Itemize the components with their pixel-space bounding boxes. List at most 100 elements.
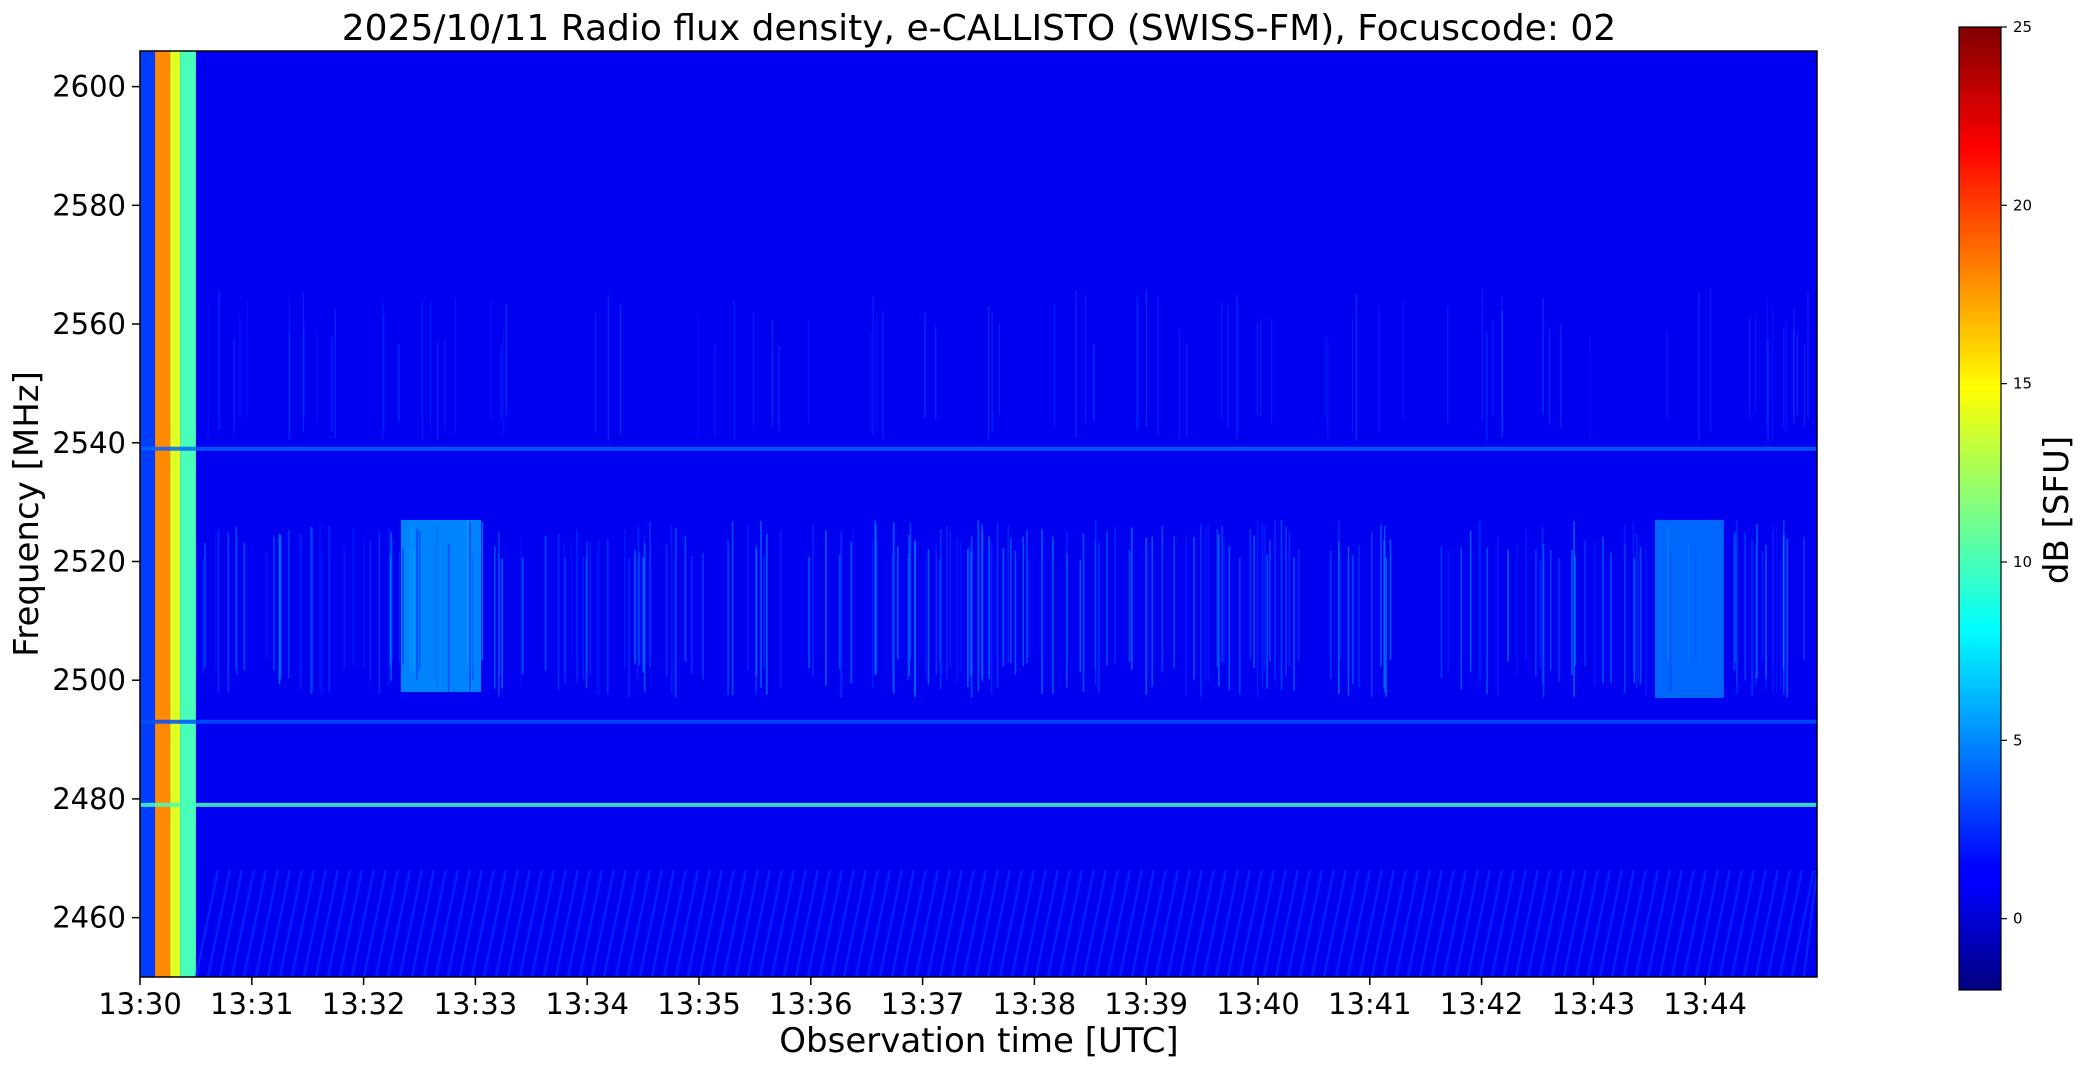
- texture-streak: [606, 538, 609, 695]
- y-tick-label: 2520: [52, 544, 126, 578]
- texture-streak: [1803, 344, 1806, 428]
- texture-streak: [1157, 296, 1159, 435]
- texture-streak: [1589, 336, 1591, 441]
- texture-streak: [1756, 524, 1758, 679]
- texture-streak: [444, 340, 446, 430]
- texture-streak: [1084, 293, 1087, 424]
- calibration-band-edge: [180, 51, 196, 977]
- texture-streak: [935, 326, 937, 420]
- texture-streak: [1751, 540, 1753, 697]
- texture-streak: [1227, 304, 1229, 430]
- texture-streak: [1486, 547, 1488, 695]
- texture-streak: [589, 540, 591, 676]
- texture-streak: [1477, 525, 1480, 692]
- texture-streak: [1093, 344, 1095, 421]
- texture-streak: [418, 530, 421, 671]
- texture-streak: [675, 528, 677, 698]
- texture-streak: [763, 555, 765, 669]
- texture-streak: [1051, 557, 1054, 695]
- texture-streak: [378, 533, 381, 694]
- texture-streak: [1593, 542, 1596, 687]
- texture-streak: [1623, 525, 1626, 694]
- texture-streak: [469, 521, 471, 695]
- texture-streak: [1667, 527, 1670, 661]
- texture-streak: [343, 549, 346, 669]
- texture-streak: [892, 522, 895, 694]
- colorbar: 0 5 10 15 20 25 dB [SFU]: [1958, 18, 2077, 991]
- texture-streak: [1130, 527, 1133, 670]
- texture-streak: [1358, 545, 1360, 688]
- texture-streak: [1351, 314, 1354, 435]
- texture-streak: [1065, 553, 1068, 688]
- texture-streak: [1638, 538, 1640, 684]
- y-tick-label: 2460: [52, 901, 126, 935]
- texture-streak: [1221, 525, 1224, 662]
- texture-streak: [882, 309, 884, 440]
- texture-streak: [871, 541, 874, 689]
- x-tick-label: 13:33: [434, 987, 518, 1021]
- texture-streak: [1217, 534, 1220, 687]
- texture-streak: [1216, 529, 1219, 668]
- texture-streak: [1145, 290, 1147, 427]
- texture-streak: [447, 543, 450, 694]
- texture-streak: [1793, 308, 1795, 415]
- texture-streak: [207, 300, 209, 442]
- texture-streak: [437, 341, 439, 440]
- texture-streak: [1347, 546, 1350, 696]
- texture-streak: [642, 557, 645, 673]
- texture-streak: [410, 527, 412, 667]
- texture-streak: [996, 522, 999, 687]
- texture-streak: [896, 546, 899, 660]
- texture-streak: [1007, 525, 1009, 663]
- texture-streak: [363, 538, 365, 668]
- texture-streak: [369, 539, 372, 682]
- texture-streak: [564, 557, 567, 684]
- texture-streak: [733, 299, 735, 440]
- texture-streak: [1440, 546, 1443, 679]
- texture-streak: [1185, 535, 1187, 695]
- x-tick-label: 13:30: [98, 987, 182, 1021]
- texture-streak: [649, 521, 651, 668]
- texture-streak: [1114, 527, 1116, 665]
- texture-streak: [1389, 539, 1392, 660]
- x-tick-label: 13:40: [1216, 987, 1300, 1021]
- texture-streak: [1270, 318, 1273, 425]
- texture-streak: [1669, 550, 1672, 693]
- texture-streak: [1779, 559, 1782, 688]
- texture-streak: [433, 543, 436, 677]
- texture-streak: [1293, 557, 1295, 691]
- texture-streak: [914, 541, 916, 698]
- texture-streak: [1639, 546, 1642, 684]
- texture-streak: [1161, 548, 1163, 675]
- texture-streak: [670, 524, 673, 694]
- texture-streak: [1632, 521, 1635, 672]
- texture-streak: [812, 523, 814, 678]
- texture-streak: [1137, 297, 1139, 428]
- texture-streak: [1269, 539, 1271, 662]
- x-tick-label: 13:37: [881, 987, 965, 1021]
- texture-streak: [731, 521, 734, 696]
- texture-streak: [576, 529, 578, 684]
- texture-streak: [988, 306, 990, 441]
- texture-streak: [1786, 538, 1788, 698]
- texture-streak: [872, 295, 874, 435]
- texture-streak: [634, 550, 636, 664]
- texture-streak: [946, 526, 948, 679]
- texture-streak: [1297, 548, 1300, 662]
- texture-streak: [334, 309, 336, 439]
- texture-streak: [876, 315, 878, 432]
- texture-streak: [1803, 537, 1805, 660]
- texture-streak: [236, 533, 238, 675]
- texture-streak: [1573, 521, 1575, 697]
- x-tick-label: 13:35: [657, 987, 741, 1021]
- x-axis-ticks: 13:30 13:31 13:32 13:33 13:34 13:35 13:36 13:37…: [98, 977, 1747, 1021]
- texture-streak: [278, 534, 281, 685]
- texture-streak: [1402, 298, 1404, 422]
- texture-streak: [1173, 536, 1175, 668]
- texture-streak: [1782, 534, 1785, 670]
- texture-streak: [1767, 339, 1769, 443]
- texture-streak: [214, 533, 217, 671]
- texture-streak: [1352, 554, 1354, 684]
- texture-streak: [1010, 537, 1012, 663]
- texture-streak: [755, 548, 758, 676]
